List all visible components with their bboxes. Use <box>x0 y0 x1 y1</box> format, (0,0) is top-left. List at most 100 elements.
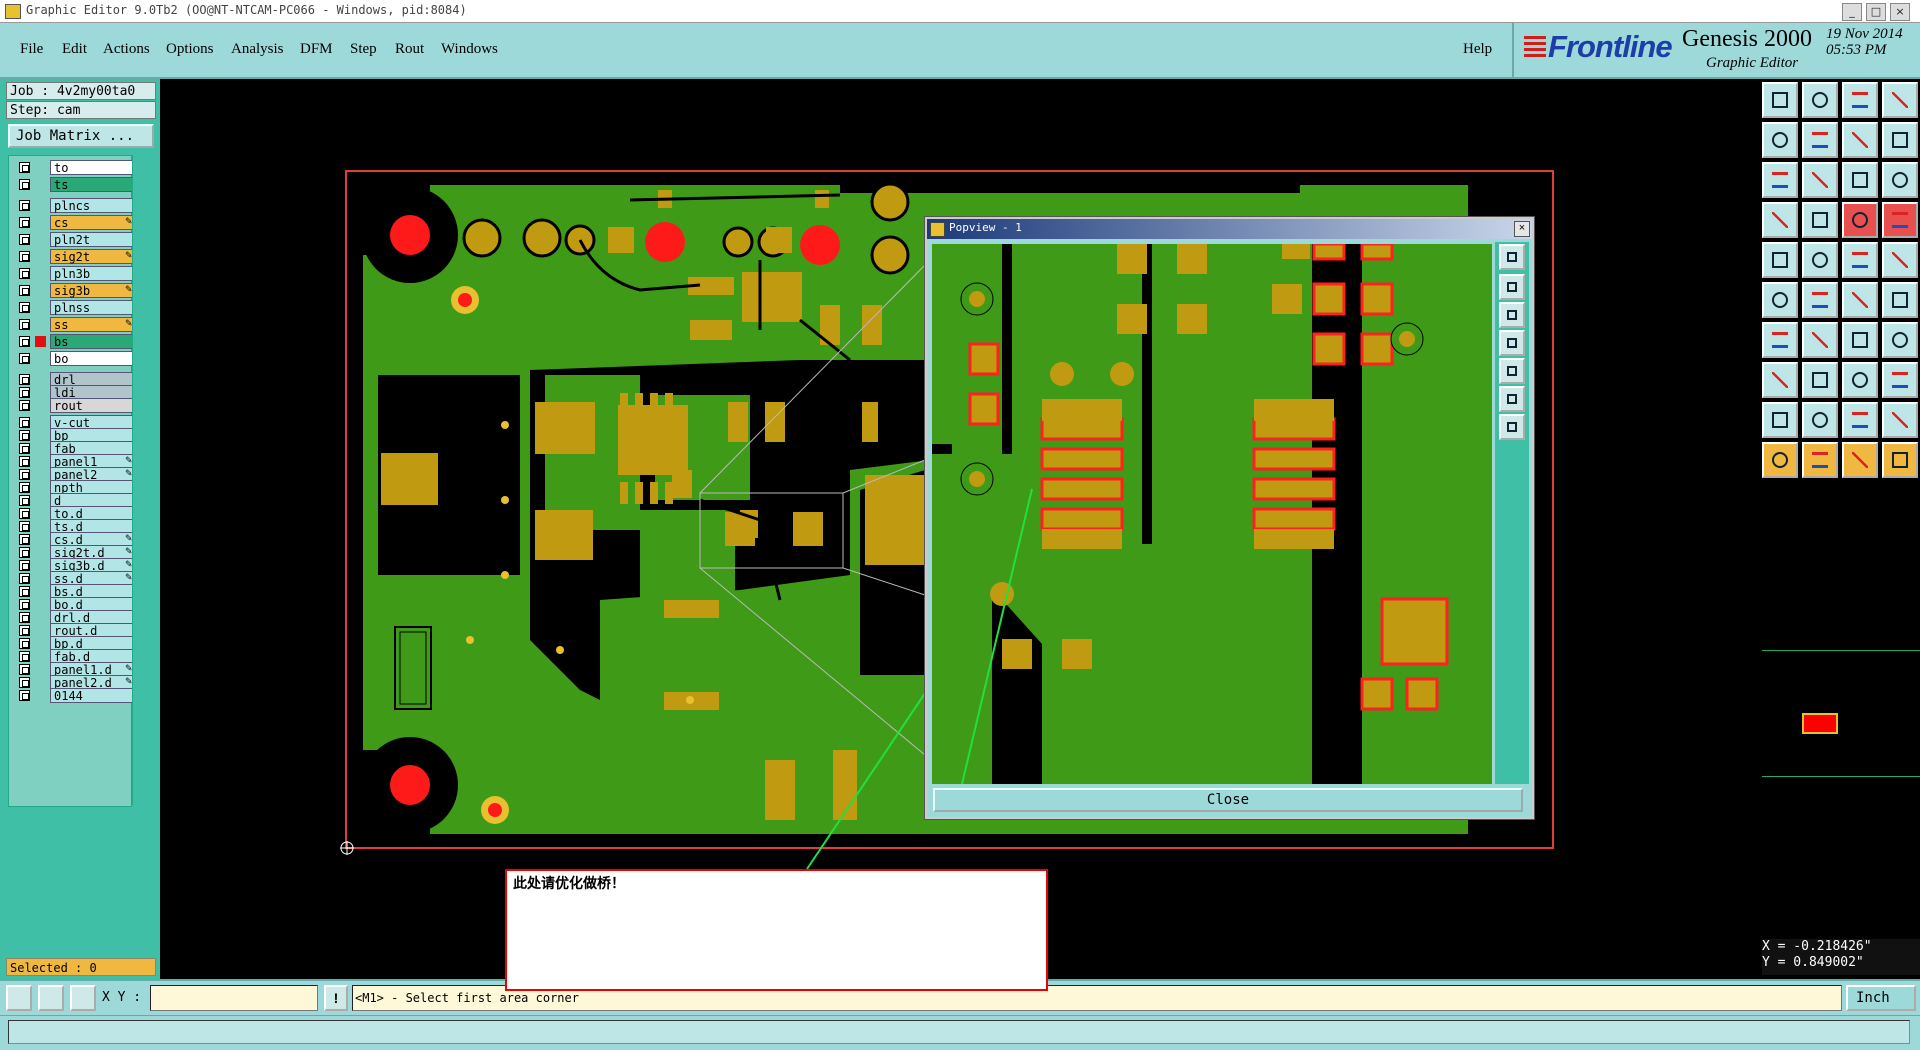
layer-checkbox[interactable] <box>19 560 30 571</box>
layer-row[interactable]: 0144 <box>13 688 137 703</box>
layer-checkbox[interactable] <box>19 521 30 532</box>
layer-checkbox[interactable] <box>19 285 30 296</box>
move-icon[interactable] <box>1762 282 1798 318</box>
zoom-left-icon[interactable] <box>1762 122 1798 158</box>
layer-name[interactable]: to <box>50 160 134 175</box>
maximize-button[interactable]: □ <box>1866 3 1886 21</box>
warning-button[interactable]: ! <box>324 985 348 1011</box>
arc-icon[interactable] <box>1802 322 1838 358</box>
popview-zoom-fit-icon[interactable] <box>1499 244 1525 270</box>
layer-checkbox[interactable] <box>19 353 30 364</box>
layer-row[interactable]: sig2t ✎ <box>13 249 137 264</box>
snap-tool-icon[interactable] <box>6 985 32 1011</box>
layer-checkbox[interactable] <box>19 469 30 480</box>
fit-height-icon[interactable] <box>1802 162 1838 198</box>
snap-icon[interactable] <box>1762 202 1798 238</box>
mirror-icon[interactable] <box>1882 322 1918 358</box>
menu-help[interactable]: Help <box>1463 41 1492 58</box>
units-selector[interactable]: Inch <box>1846 985 1916 1011</box>
triangle-c-icon[interactable] <box>1882 402 1918 438</box>
layer-name[interactable]: cs <box>50 215 134 230</box>
camera-icon[interactable] <box>1762 242 1798 278</box>
layer-name[interactable]: plnss <box>50 300 134 315</box>
layer-checkbox[interactable] <box>19 573 30 584</box>
layer-checkbox[interactable] <box>19 443 30 454</box>
fit-width-icon[interactable] <box>1762 162 1798 198</box>
layer-checkbox[interactable] <box>19 336 30 347</box>
line-icon[interactable] <box>1762 322 1798 358</box>
layer-checkbox[interactable] <box>19 456 30 467</box>
point-icon[interactable] <box>1842 282 1878 318</box>
layer-row[interactable]: plncs <box>13 198 137 213</box>
connect-icon[interactable] <box>1802 202 1838 238</box>
triangle-b-icon[interactable] <box>1802 402 1838 438</box>
menu-analysis[interactable]: Analysis <box>231 41 284 58</box>
popview-pan-left-icon[interactable] <box>1499 330 1525 356</box>
popview-pan-down-icon[interactable] <box>1499 302 1525 328</box>
minimize-button[interactable]: _ <box>1842 3 1862 21</box>
help-icon[interactable] <box>1882 162 1918 198</box>
layer-checkbox[interactable] <box>19 677 30 688</box>
layer-name[interactable]: bs <box>50 334 134 349</box>
rotate-icon[interactable] <box>1842 322 1878 358</box>
zoom-window-icon[interactable] <box>1842 122 1878 158</box>
layer-checkbox[interactable] <box>19 638 30 649</box>
pad-icon[interactable] <box>1882 242 1918 278</box>
menu-file[interactable]: File <box>20 41 43 58</box>
layer-checkbox[interactable] <box>19 534 30 545</box>
layer-checkbox[interactable] <box>19 162 30 173</box>
dash-icon[interactable] <box>1802 362 1838 398</box>
layer-checkbox[interactable] <box>19 387 30 398</box>
layer-name[interactable]: plncs <box>50 198 134 213</box>
layer-checkbox[interactable] <box>19 508 30 519</box>
layer-checkbox[interactable] <box>19 302 30 313</box>
menu-actions[interactable]: Actions <box>103 41 150 58</box>
window-split-icon[interactable] <box>1882 82 1918 118</box>
round-icon[interactable] <box>1882 362 1918 398</box>
zoom-right-icon[interactable] <box>1802 122 1838 158</box>
color-icon[interactable] <box>1802 242 1838 278</box>
popview-zoom-in-icon[interactable] <box>1499 386 1525 412</box>
layer-checkbox[interactable] <box>19 430 30 441</box>
layer-checkbox[interactable] <box>19 400 30 411</box>
popview-pan-right-icon[interactable] <box>1499 358 1525 384</box>
add-pad-icon[interactable] <box>1762 362 1798 398</box>
open-step-icon[interactable] <box>1762 82 1798 118</box>
layer-row[interactable]: rout <box>13 398 137 413</box>
layer-name[interactable]: 0144 <box>50 688 134 703</box>
layer-name[interactable]: ss <box>50 317 134 332</box>
job-matrix-button[interactable]: Job Matrix ... <box>8 124 154 148</box>
layer-name[interactable]: ts <box>50 177 134 192</box>
measure-icon[interactable] <box>1842 362 1878 398</box>
layer-checkbox[interactable] <box>19 319 30 330</box>
layer-row[interactable]: to <box>13 160 137 175</box>
menu-rout[interactable]: Rout <box>395 41 424 58</box>
layer-row[interactable]: plnss <box>13 300 137 315</box>
route-icon[interactable] <box>1882 442 1918 478</box>
layer-checkbox[interactable] <box>19 664 30 675</box>
layer-name[interactable]: pln2t <box>50 232 134 247</box>
home-icon[interactable] <box>1842 82 1878 118</box>
node-icon[interactable] <box>1882 282 1918 318</box>
layer-name[interactable]: sig3b <box>50 283 134 298</box>
layer-row[interactable]: bs <box>13 334 137 349</box>
layer-row[interactable]: bo <box>13 351 137 366</box>
layer-row[interactable]: ts <box>13 177 137 192</box>
drag-icon[interactable] <box>1842 442 1878 478</box>
layer-checkbox[interactable] <box>19 599 30 610</box>
delete-icon[interactable] <box>1802 282 1838 318</box>
popview-canvas[interactable] <box>932 244 1492 784</box>
layer-checkbox[interactable] <box>19 268 30 279</box>
menu-step[interactable]: Step <box>350 41 377 58</box>
layer-checkbox[interactable] <box>19 482 30 493</box>
layer-checkbox[interactable] <box>19 234 30 245</box>
scale-icon[interactable] <box>1842 162 1878 198</box>
layer-checkbox[interactable] <box>19 374 30 385</box>
zoom-area-icon[interactable] <box>1882 122 1918 158</box>
menu-options[interactable]: Options <box>166 41 214 58</box>
layer-row[interactable]: pln3b <box>13 266 137 281</box>
layer-checkbox[interactable] <box>19 547 30 558</box>
layer-name[interactable]: bo <box>50 351 134 366</box>
popview-pan-up-icon[interactable] <box>1499 274 1525 300</box>
popview-zoom-out-icon[interactable] <box>1499 414 1525 440</box>
